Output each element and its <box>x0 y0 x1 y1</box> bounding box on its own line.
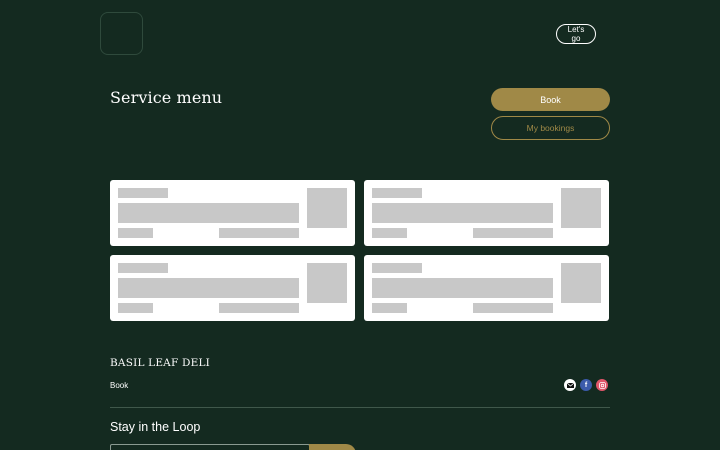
book-button[interactable]: Book <box>491 88 610 111</box>
service-card-loading[interactable] <box>110 180 355 246</box>
skeleton-image <box>561 188 601 228</box>
footer-brand: BASIL LEAF DELI <box>110 357 210 369</box>
lets-go-button[interactable]: Let's go <box>556 24 596 44</box>
service-card-loading[interactable] <box>364 180 609 246</box>
skeleton-duration <box>118 228 153 238</box>
mail-icon[interactable] <box>564 379 576 391</box>
skeleton-title <box>118 263 168 273</box>
skeleton-duration <box>118 303 153 313</box>
footer-divider <box>110 407 610 408</box>
skeleton-title <box>118 188 168 198</box>
page: Let's go Service menu Book My bookings B… <box>0 0 720 450</box>
skeleton-duration <box>372 303 407 313</box>
skeleton-image <box>307 263 347 303</box>
service-card-loading[interactable] <box>364 255 609 321</box>
page-title: Service menu <box>110 88 223 107</box>
service-card-loading[interactable] <box>110 255 355 321</box>
skeleton-image <box>561 263 601 303</box>
logo[interactable] <box>100 12 143 55</box>
skeleton-price <box>473 228 553 238</box>
skeleton-description <box>118 278 299 298</box>
skeleton-title <box>372 263 422 273</box>
social-links: f <box>564 379 608 391</box>
skeleton-price <box>473 303 553 313</box>
skeleton-description <box>118 203 299 223</box>
instagram-icon[interactable] <box>596 379 608 391</box>
skeleton-duration <box>372 228 407 238</box>
skeleton-price <box>219 303 299 313</box>
footer-book-link[interactable]: Book <box>110 381 128 390</box>
skeleton-price <box>219 228 299 238</box>
skeleton-description <box>372 278 553 298</box>
my-bookings-button[interactable]: My bookings <box>491 116 610 140</box>
newsletter-title: Stay in the Loop <box>110 420 201 434</box>
skeleton-image <box>307 188 347 228</box>
newsletter-email-input[interactable] <box>110 444 310 450</box>
facebook-icon[interactable]: f <box>580 379 592 391</box>
skeleton-description <box>372 203 553 223</box>
skeleton-title <box>372 188 422 198</box>
newsletter-subscribe-button[interactable] <box>309 444 356 450</box>
